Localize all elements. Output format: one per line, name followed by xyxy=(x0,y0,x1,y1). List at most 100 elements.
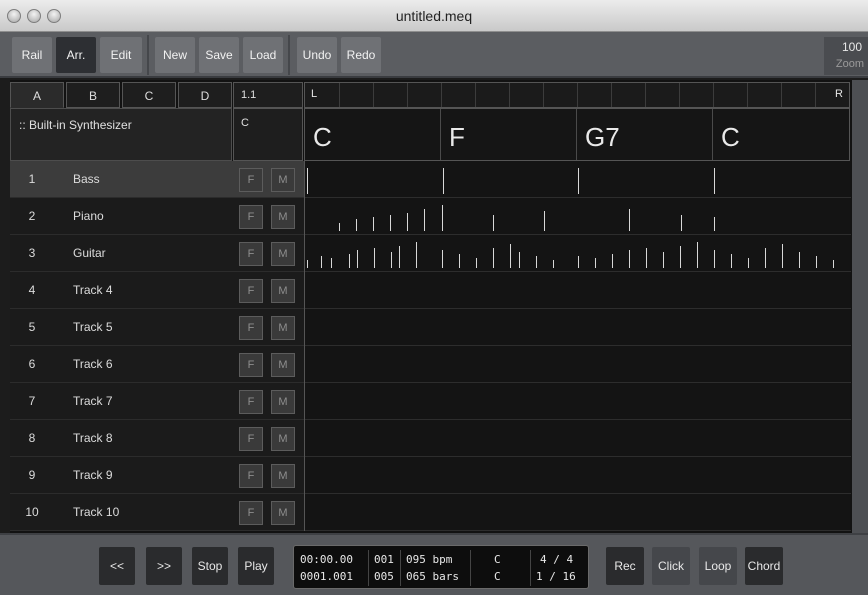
mute-button[interactable]: M xyxy=(271,390,295,414)
note-event[interactable] xyxy=(714,250,715,268)
mute-button[interactable]: M xyxy=(271,427,295,451)
track-lane[interactable] xyxy=(305,198,851,235)
track-row[interactable]: 1 Bass F M xyxy=(10,161,304,198)
track-name[interactable]: Piano xyxy=(73,209,104,223)
note-event[interactable] xyxy=(595,258,596,268)
note-event[interactable] xyxy=(443,168,444,194)
note-event[interactable] xyxy=(697,242,698,268)
note-event[interactable] xyxy=(629,250,630,268)
synthesizer-selector[interactable]: :: Built-in Synthesizer xyxy=(10,108,232,161)
freeze-button[interactable]: F xyxy=(239,279,263,303)
mute-button[interactable]: M xyxy=(271,242,295,266)
mute-button[interactable]: M xyxy=(271,168,295,192)
note-event[interactable] xyxy=(374,248,375,268)
freeze-button[interactable]: F xyxy=(239,242,263,266)
track-lane[interactable] xyxy=(305,383,851,420)
track-lanes[interactable] xyxy=(304,161,851,531)
note-event[interactable] xyxy=(307,260,308,268)
track-lane[interactable] xyxy=(305,309,851,346)
load-button[interactable]: Load xyxy=(243,37,283,73)
note-event[interactable] xyxy=(476,258,477,268)
note-event[interactable] xyxy=(390,215,391,231)
mute-button[interactable]: M xyxy=(271,316,295,340)
note-event[interactable] xyxy=(321,256,322,268)
chord-block[interactable]: C xyxy=(305,109,441,160)
meter-readout[interactable]: 4 / 4 xyxy=(540,553,573,566)
note-event[interactable] xyxy=(663,252,664,268)
arrange-view-button[interactable]: Arr. xyxy=(56,37,96,73)
chord-block[interactable]: F xyxy=(441,109,577,160)
play-button[interactable]: Play xyxy=(238,547,274,585)
key-readout[interactable]: C xyxy=(494,553,501,566)
rail-view-button[interactable]: Rail xyxy=(12,37,52,73)
click-toggle[interactable]: Click xyxy=(652,547,690,585)
note-event[interactable] xyxy=(416,242,417,268)
track-row[interactable]: 8 Track 8 FM xyxy=(10,420,304,457)
loop-left-marker[interactable]: L xyxy=(311,88,317,100)
key-field[interactable]: C xyxy=(233,108,303,161)
note-event[interactable] xyxy=(424,209,425,231)
tab-c[interactable]: C xyxy=(122,82,176,108)
freeze-button[interactable]: F xyxy=(239,390,263,414)
note-event[interactable] xyxy=(442,250,443,268)
note-event[interactable] xyxy=(331,258,332,268)
new-button[interactable]: New xyxy=(155,37,195,73)
note-event[interactable] xyxy=(493,248,494,268)
note-event[interactable] xyxy=(356,219,357,231)
note-event[interactable] xyxy=(748,258,749,268)
track-row[interactable]: 10 Track 10 F M xyxy=(10,494,304,531)
fast-forward-button[interactable]: >> xyxy=(146,547,182,585)
note-event[interactable] xyxy=(681,215,682,231)
note-event[interactable] xyxy=(816,256,817,268)
tab-a[interactable]: A xyxy=(10,82,64,108)
note-event[interactable] xyxy=(612,254,613,268)
zoom-control[interactable]: 100 Zoom xyxy=(824,37,868,75)
track-row[interactable]: 7 Track 7 FM xyxy=(10,383,304,420)
tab-d[interactable]: D xyxy=(178,82,232,108)
track-row[interactable]: 2 Piano F M xyxy=(10,198,304,235)
note-event[interactable] xyxy=(510,244,511,268)
note-event[interactable] xyxy=(544,211,545,231)
vertical-scrollbar[interactable] xyxy=(852,80,868,533)
mute-button[interactable]: M xyxy=(271,205,295,229)
note-event[interactable] xyxy=(680,246,681,268)
note-event[interactable] xyxy=(646,248,647,268)
note-event[interactable] xyxy=(493,215,494,231)
note-event[interactable] xyxy=(307,168,308,194)
freeze-button[interactable]: F xyxy=(239,205,263,229)
note-event[interactable] xyxy=(553,260,554,268)
note-event[interactable] xyxy=(519,252,520,268)
record-button[interactable]: Rec xyxy=(606,547,644,585)
track-row[interactable]: 4 Track 4 FM xyxy=(10,272,304,309)
track-lane[interactable] xyxy=(305,161,851,198)
track-row[interactable]: 9 Track 9 FM xyxy=(10,457,304,494)
track-lane[interactable] xyxy=(305,272,851,309)
note-event[interactable] xyxy=(399,246,400,268)
freeze-button[interactable]: F xyxy=(239,168,263,192)
chord-toggle[interactable]: Chord xyxy=(745,547,783,585)
note-event[interactable] xyxy=(339,223,340,231)
note-event[interactable] xyxy=(391,252,392,268)
note-event[interactable] xyxy=(731,254,732,268)
tab-b[interactable]: B xyxy=(66,82,120,108)
tempo-readout[interactable]: 095 bpm xyxy=(406,553,452,566)
note-event[interactable] xyxy=(536,256,537,268)
note-event[interactable] xyxy=(442,205,443,231)
note-event[interactable] xyxy=(765,248,766,268)
undo-button[interactable]: Undo xyxy=(297,37,337,73)
track-lane[interactable] xyxy=(305,235,851,272)
edit-view-button[interactable]: Edit xyxy=(100,37,142,73)
note-event[interactable] xyxy=(782,244,783,268)
track-name[interactable]: Track 7 xyxy=(73,394,113,408)
freeze-button[interactable]: F xyxy=(239,353,263,377)
track-lane[interactable] xyxy=(305,494,851,531)
timeline-ruler[interactable]: L R xyxy=(304,82,850,108)
note-event[interactable] xyxy=(833,260,834,268)
stop-button[interactable]: Stop xyxy=(192,547,228,585)
chord-track[interactable]: C F G7 C xyxy=(304,108,850,161)
position-field[interactable]: 1.1 xyxy=(233,82,303,108)
chord-block[interactable]: C xyxy=(713,109,849,160)
loop-toggle[interactable]: Loop xyxy=(699,547,737,585)
track-name[interactable]: Track 8 xyxy=(73,431,113,445)
track-name[interactable]: Track 10 xyxy=(73,505,119,519)
